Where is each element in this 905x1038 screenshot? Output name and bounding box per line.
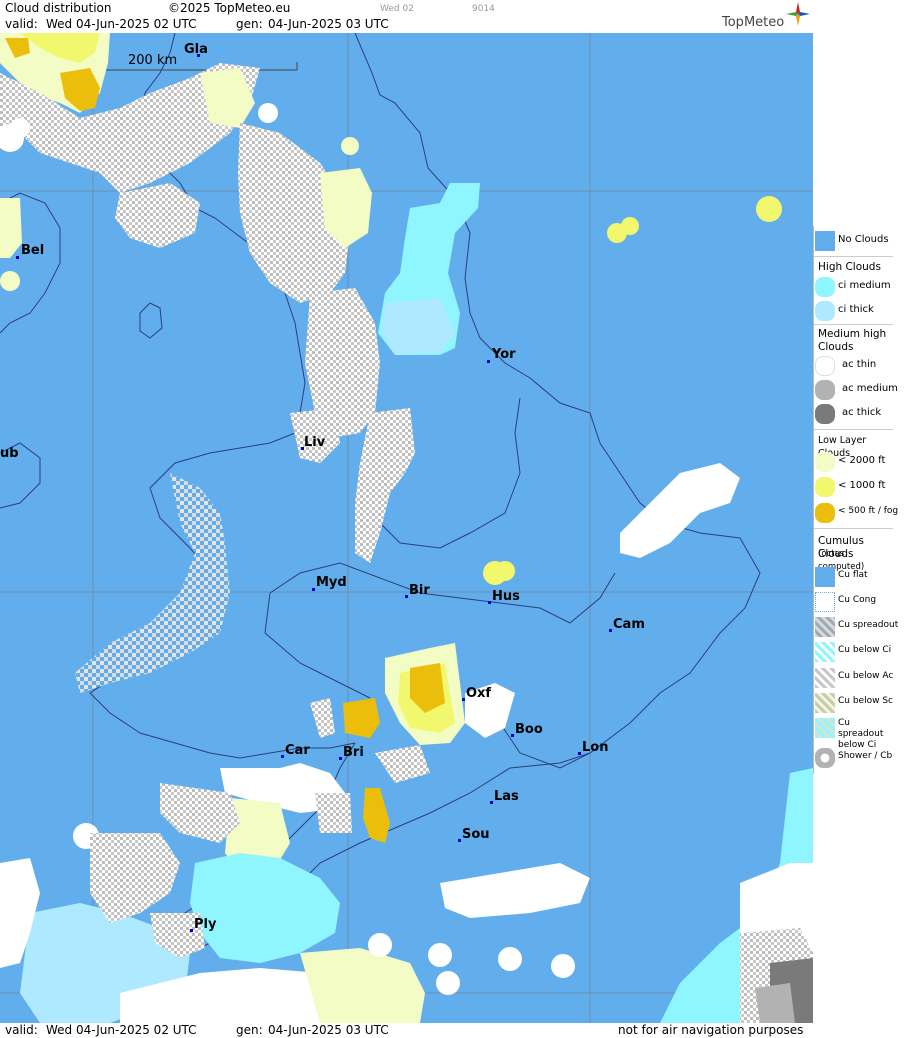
svg-text:Cam: Cam	[613, 617, 645, 632]
legend-shower: Shower / Cb	[814, 746, 893, 770]
city-liv[interactable]: Liv	[301, 435, 326, 450]
svg-text:Bri: Bri	[343, 745, 364, 760]
footer-gen-label: gen:	[236, 1023, 263, 1037]
city-las[interactable]: Las	[490, 789, 519, 804]
faint-day-label: Wed 02	[380, 4, 414, 14]
city-bir[interactable]: Bir	[405, 583, 430, 598]
legend-ac-thin: ac thin	[814, 354, 893, 378]
ci-medium-swatch	[815, 277, 835, 297]
svg-text:Las: Las	[494, 789, 519, 804]
footer-valid-label: valid:	[5, 1023, 38, 1037]
svg-text:Car: Car	[285, 743, 310, 758]
city-myd[interactable]: Myd	[312, 575, 347, 591]
legend-cu-below-ac: Cu below Ac	[814, 666, 893, 690]
footer-valid-value: Wed 04-Jun-2025 02 UTC	[46, 1023, 197, 1037]
low-500-swatch	[815, 503, 835, 523]
cu-below-ac-swatch	[815, 668, 835, 688]
header-bar: Cloud distribution ©2025 TopMeteo.eu Wed…	[0, 0, 813, 34]
ac-medium-swatch	[815, 380, 835, 400]
map-title: Cloud distribution	[5, 1, 112, 15]
scale-label: 200 km	[128, 53, 177, 68]
svg-text:Myd: Myd	[316, 575, 347, 590]
legend-ci-medium: ci medium	[814, 275, 893, 299]
svg-text:Sou: Sou	[462, 827, 490, 842]
copyright-text: ©2025 TopMeteo.eu	[168, 1, 291, 15]
city-cam[interactable]: Cam	[609, 617, 645, 632]
legend-medium-head: Medium high Clouds	[818, 328, 887, 353]
footer-gen-value: 04-Jun-2025 03 UTC	[268, 1023, 389, 1037]
city-bel[interactable]: Bel	[16, 243, 44, 259]
ac-thin-swatch	[815, 356, 835, 376]
disclaimer-text: not for air navigation purposes	[618, 1023, 804, 1037]
svg-text:Boo: Boo	[515, 722, 543, 737]
city-oxf[interactable]: Oxf	[462, 686, 491, 701]
legend-cu-below-ci: Cu below Ci	[814, 640, 893, 664]
cu-below-ci-swatch	[815, 642, 835, 662]
low-2000-swatch	[815, 452, 835, 472]
cu-cong-swatch	[815, 592, 835, 612]
brand-star-icon	[786, 2, 810, 26]
svg-text:Ply: Ply	[194, 917, 217, 932]
low-1000-swatch	[815, 477, 835, 497]
legend-low-2000: < 2000 ft	[814, 450, 893, 474]
ac-thick-swatch	[815, 404, 835, 424]
svg-text:Gla: Gla	[184, 42, 208, 57]
city-ply[interactable]: Ply	[190, 917, 217, 932]
legend-cu-cong: Cu Cong	[814, 590, 893, 614]
faint-code-label: 9014	[472, 4, 495, 14]
brand-logo-text[interactable]: TopMeteo	[722, 15, 784, 30]
cumulus-below-ac-area-10	[315, 793, 352, 833]
svg-text:Lon: Lon	[582, 740, 608, 755]
svg-text:Hus: Hus	[492, 589, 520, 604]
shower-swatch	[815, 748, 835, 768]
cu-flat-swatch	[815, 567, 835, 587]
city-boo[interactable]: Boo	[511, 722, 543, 737]
no-clouds-swatch	[815, 231, 835, 251]
cloud-legend: No Clouds High Clouds ci medium ci thick…	[813, 226, 898, 774]
city-yor[interactable]: Yor	[487, 347, 516, 363]
legend-cu-flat: Cu flat	[814, 565, 893, 589]
city-bri[interactable]: Bri	[339, 745, 364, 760]
legend-ac-medium: ac medium	[814, 378, 898, 402]
valid-value: Wed 04-Jun-2025 02 UTC	[46, 17, 197, 31]
gen-value: 04-Jun-2025 03 UTC	[268, 17, 389, 31]
svg-text:Yor: Yor	[491, 347, 516, 362]
legend-low-1000: < 1000 ft	[814, 475, 893, 499]
legend-low-500: < 500 ft / fog	[814, 501, 898, 525]
svg-text:ub: ub	[0, 446, 19, 461]
legend-high-head: High Clouds	[818, 261, 881, 273]
legend-cu-spread: Cu spreadout	[814, 615, 898, 639]
cu-below-sc-swatch	[815, 693, 835, 713]
ac-medium-area	[755, 983, 795, 1023]
city-sou[interactable]: Sou	[458, 827, 490, 842]
cu-spread-swatch	[815, 617, 835, 637]
legend-ci-thick: ci thick	[814, 299, 893, 323]
valid-label: valid:	[5, 17, 38, 31]
cloud-map[interactable]: 200 km Gla Bel Yor Liv ub Myd Bir Hus Ca…	[0, 33, 813, 1023]
legend-cu-spread-ci: Cu spreadout below Ci	[814, 716, 893, 750]
city-car[interactable]: Car	[281, 743, 310, 758]
legend-no-clouds: No Clouds	[814, 229, 893, 253]
city-hus[interactable]: Hus	[488, 589, 520, 604]
cu-spread-ci-swatch	[815, 718, 835, 738]
legend-cu-below-sc: Cu below Sc	[814, 691, 893, 715]
svg-text:Liv: Liv	[304, 435, 326, 450]
legend-ac-thick: ac thick	[814, 402, 893, 426]
svg-text:Bir: Bir	[409, 583, 430, 598]
cloud-map-canvas[interactable]: 200 km Gla Bel Yor Liv ub Myd Bir Hus Ca…	[0, 33, 813, 1023]
gen-label: gen:	[236, 17, 263, 31]
svg-text:Oxf: Oxf	[466, 686, 491, 701]
city-gla[interactable]: Gla	[184, 42, 208, 57]
city-lon[interactable]: Lon	[578, 740, 608, 755]
svg-text:Bel: Bel	[21, 243, 44, 258]
ci-thick-swatch	[815, 301, 835, 321]
city-dub[interactable]: ub	[0, 446, 19, 461]
footer-bar: valid: Wed 04-Jun-2025 02 UTC gen: 04-Ju…	[0, 1023, 813, 1038]
